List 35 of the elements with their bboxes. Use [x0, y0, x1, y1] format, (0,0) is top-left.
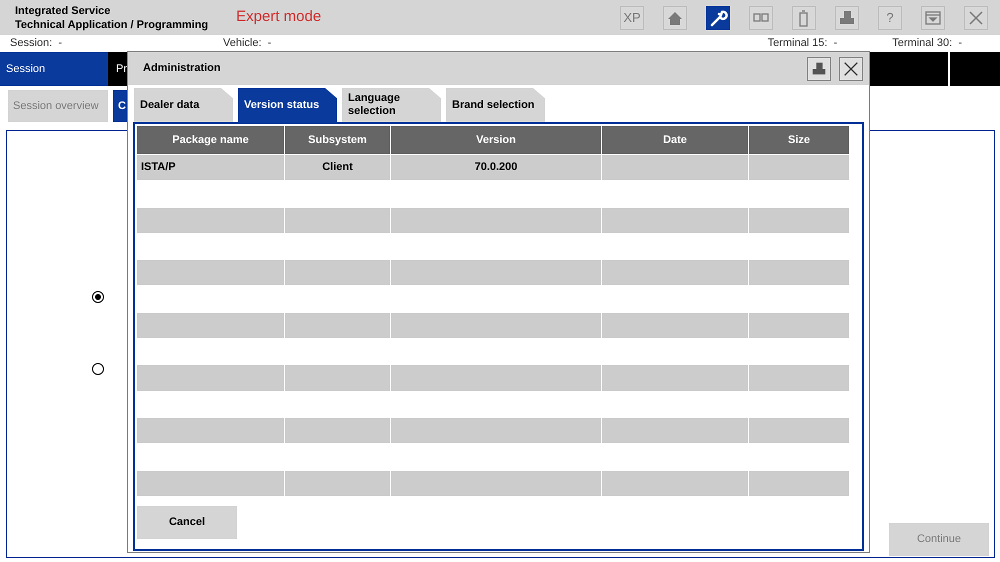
close-button[interactable]: [839, 56, 863, 80]
dropdown-button[interactable]: [921, 6, 945, 30]
column-header: Size: [749, 126, 849, 154]
info-field: Terminal 15: -: [768, 35, 838, 52]
column-header: Subsystem: [285, 126, 390, 154]
table-cell: ISTA/P: [137, 155, 284, 180]
battery-button[interactable]: [792, 6, 816, 30]
mode-label: Expert mode: [236, 7, 322, 28]
nav-tab[interactable]: Session: [0, 52, 108, 86]
printer-icon: [810, 60, 828, 78]
column-header: Version: [391, 126, 601, 154]
home-button[interactable]: [663, 6, 687, 30]
dialog-tab[interactable]: Language selection: [342, 88, 441, 122]
wrench-button[interactable]: [706, 6, 730, 30]
dialog-tab[interactable]: Version status: [238, 88, 337, 122]
dialog-tab[interactable]: Brand selection: [446, 88, 545, 122]
column-header: Date: [602, 126, 748, 154]
printer-button[interactable]: [835, 6, 859, 30]
info-field: Terminal 30: -: [892, 35, 962, 52]
table-cell: 70.0.200: [391, 155, 601, 180]
app-title: Technical Application / Programming: [15, 18, 208, 32]
table-cell: Client: [285, 155, 390, 180]
dialog-tab[interactable]: Dealer data: [134, 88, 233, 122]
info-field: Session: -: [10, 35, 210, 52]
screens-button[interactable]: [749, 6, 773, 30]
info-field: Vehicle: -: [223, 35, 272, 52]
cancel-button[interactable]: Cancel: [137, 506, 237, 539]
column-header: Package name: [137, 126, 284, 154]
dialog-title: Administration: [143, 61, 221, 76]
radio-button[interactable]: [92, 363, 104, 375]
close-icon: [842, 60, 860, 78]
print-button[interactable]: [807, 56, 831, 80]
radio-button[interactable]: [92, 291, 104, 303]
wrench-icon: [708, 8, 728, 28]
app-title: Integrated Service: [15, 4, 112, 18]
